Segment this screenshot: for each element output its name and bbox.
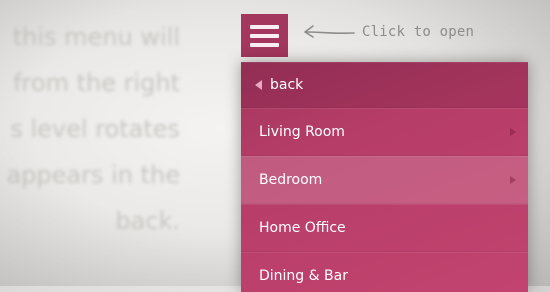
arrow-left-icon: [304, 25, 355, 38]
click-hint: Click to open: [302, 20, 474, 44]
menu-back-label: back: [270, 77, 304, 93]
back-arrow-icon: [255, 80, 262, 90]
submenu-arrow-icon: [510, 128, 516, 136]
submenu-arrow-icon: [510, 176, 516, 184]
background-text-line: from the right: [13, 69, 180, 97]
menu-item-living-room[interactable]: Living Room: [241, 108, 528, 156]
hamburger-icon-bar: [250, 33, 279, 38]
background-text-line: this menu will: [12, 23, 180, 51]
hint-text: Click to open: [362, 24, 475, 40]
menu-item-bedroom[interactable]: Bedroom: [241, 156, 528, 204]
menu-item-label: Dining & Bar: [259, 268, 348, 284]
menu-item-label: Home Office: [259, 220, 346, 236]
menu-item-dining-bar[interactable]: Dining & Bar: [241, 252, 528, 292]
menu-item-home-office[interactable]: Home Office: [241, 204, 528, 252]
hamburger-icon-bar: [250, 24, 279, 29]
hamburger-icon-bar: [250, 42, 279, 47]
background-text-line: s level rotates: [10, 115, 180, 143]
background-text: this menu will from the right s level ro…: [0, 14, 180, 244]
menu-back-item[interactable]: back: [241, 62, 528, 108]
background-text-line: appears in the: [6, 161, 180, 189]
menu-item-label: Bedroom: [259, 172, 323, 188]
menu-toggle-button[interactable]: [241, 14, 288, 57]
slide-menu: back Living Room Bedroom Home Office Din…: [241, 62, 528, 292]
background-text-line: back.: [115, 207, 180, 235]
menu-item-label: Living Room: [259, 124, 345, 140]
